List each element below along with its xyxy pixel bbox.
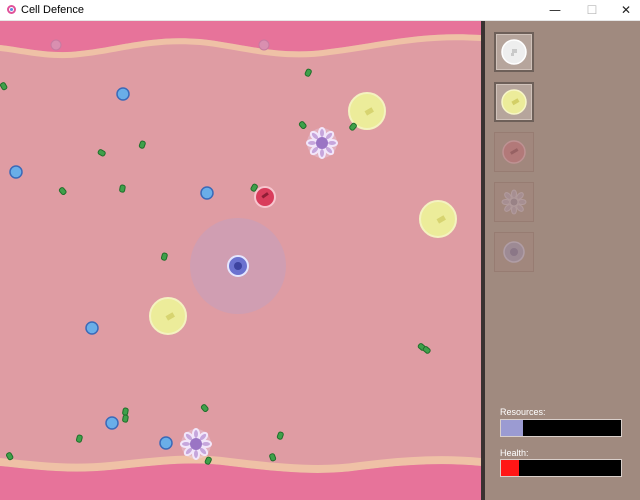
green-bacterium	[122, 407, 129, 416]
white-cell-icon	[501, 39, 527, 65]
resources-bar	[500, 419, 622, 437]
blue-pathogen	[200, 186, 214, 200]
blue-pathogen	[9, 165, 23, 179]
wall-cell	[50, 39, 62, 51]
green-bacterium	[276, 431, 284, 440]
green-bacterium	[298, 121, 307, 130]
resources-label: Resources:	[500, 407, 546, 417]
yellow-cell	[419, 200, 457, 238]
flower-cell-icon	[501, 189, 527, 215]
wall-cell	[258, 39, 270, 51]
flower-cell	[306, 127, 338, 159]
blue-pathogen	[85, 321, 99, 335]
yellow-cell-icon	[501, 89, 527, 115]
green-bacterium	[75, 434, 83, 443]
game-field[interactable]	[0, 21, 481, 500]
yellow-cell	[149, 297, 187, 335]
tower-slot-purple-cell[interactable]	[494, 232, 534, 272]
purple-cell-icon	[503, 241, 525, 263]
green-bacterium	[269, 453, 277, 462]
minimize-button[interactable]: —	[538, 0, 572, 21]
red-cell	[254, 186, 276, 208]
health-bar-fill	[501, 460, 519, 476]
green-bacterium	[97, 149, 106, 157]
green-bacterium	[304, 68, 312, 77]
health-label: Health:	[500, 448, 529, 458]
app-icon	[7, 5, 16, 14]
tower-slot-white-cell[interactable]	[494, 32, 534, 72]
tower-panel: Resources: Health:	[485, 21, 640, 500]
green-bacterium	[160, 252, 168, 261]
green-bacterium	[119, 184, 126, 193]
health-bar	[500, 459, 622, 477]
tower-slot-flower-cell[interactable]	[494, 182, 534, 222]
tower-slot-red-cell[interactable]	[494, 132, 534, 172]
blue-pathogen	[159, 436, 173, 450]
blue-pathogen	[116, 87, 130, 101]
green-bacterium	[200, 404, 209, 413]
green-bacterium	[0, 82, 8, 91]
green-bacterium	[122, 414, 129, 423]
green-bacterium	[58, 187, 67, 196]
close-button[interactable]: ✕	[609, 0, 640, 21]
maximize-button[interactable]: ☐	[575, 0, 609, 21]
flower-cell	[180, 428, 212, 460]
field-canvas	[0, 21, 481, 500]
tower-slot-yellow-cell[interactable]	[494, 82, 534, 122]
resources-bar-fill	[501, 420, 523, 436]
window-title: Cell Defence	[21, 4, 84, 16]
green-bacterium	[138, 140, 146, 149]
window-titlebar[interactable]: Cell Defence — ☐ ✕	[0, 0, 640, 21]
blue-pathogen	[105, 416, 119, 430]
red-cell-icon	[502, 140, 526, 164]
